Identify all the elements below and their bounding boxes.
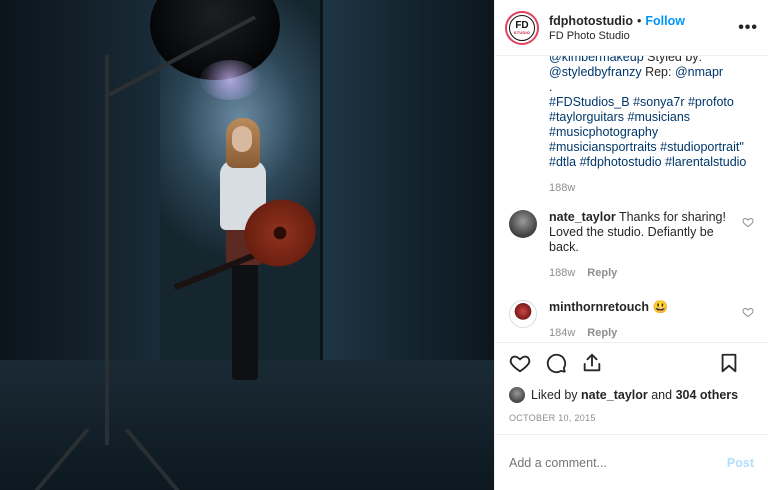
likes-others[interactable]: 304 others: [676, 388, 739, 402]
caption-mention[interactable]: @kimbermakeup: [549, 56, 644, 64]
caption-timestamp[interactable]: 188w: [549, 182, 575, 194]
reply-button[interactable]: Reply: [587, 327, 617, 339]
comment-item: nate_taylor Thanks for sharing! Loved th…: [509, 210, 754, 279]
photo-lamp-glow: [200, 60, 260, 100]
photo-light-stand: [104, 15, 257, 445]
reply-button[interactable]: Reply: [587, 267, 617, 279]
like-comment-heart-icon[interactable]: [742, 216, 754, 228]
likes-user[interactable]: nate_taylor: [581, 388, 648, 402]
comment-item: minthornretouch 😃 184w Reply: [509, 300, 754, 339]
caption-mention[interactable]: @nmapr: [675, 65, 723, 79]
add-comment-bar: Post: [495, 434, 768, 490]
comment-timestamp[interactable]: 188w: [549, 267, 575, 279]
caption-hashtags[interactable]: #musicphotography: [549, 125, 756, 140]
comments-area[interactable]: @kimbermakeup Styled by: @styledbyfranzy…: [495, 56, 768, 342]
comment-body: minthornretouch 😃: [549, 300, 754, 315]
caption-dot: .: [549, 80, 553, 94]
post-photo[interactable]: [0, 0, 494, 490]
liker-avatar[interactable]: [509, 387, 525, 403]
avatar-logo: FD STUDIO: [509, 14, 535, 41]
comment-timestamp[interactable]: 184w: [549, 327, 575, 339]
comment-text: 😃: [652, 300, 669, 314]
header-separator: •: [637, 13, 642, 28]
photo-person-legs: [232, 262, 258, 380]
save-bookmark-icon[interactable]: [718, 352, 740, 374]
follow-button[interactable]: Follow: [645, 14, 685, 28]
caption-hashtags[interactable]: #FDStudios_B #sonya7r #profoto: [549, 95, 756, 110]
share-icon[interactable]: [581, 352, 603, 374]
action-bar: [495, 342, 768, 382]
caption-text: @kimbermakeup Styled by: @styledbyfranzy…: [549, 56, 756, 170]
header-username[interactable]: fdphotostudio: [549, 14, 633, 28]
caption-text-fragment: Rep:: [641, 65, 675, 79]
comment-meta: 184w Reply: [549, 327, 754, 339]
post-date[interactable]: OCTOBER 10, 2015: [495, 408, 768, 428]
post-comment-button[interactable]: Post: [727, 456, 754, 470]
post-header: FD STUDIO fdphotostudio • Follow FD Phot…: [495, 0, 768, 56]
likes-and: and: [651, 388, 673, 402]
header-subtitle[interactable]: FD Photo Studio: [549, 30, 738, 42]
comment-avatar[interactable]: [509, 300, 537, 328]
header-text: fdphotostudio • Follow FD Photo Studio: [549, 14, 738, 42]
header-title-row: fdphotostudio • Follow: [549, 14, 738, 28]
add-comment-input[interactable]: [509, 455, 727, 470]
avatar-logo-text: FD: [515, 19, 529, 31]
post-side-panel: FD STUDIO fdphotostudio • Follow FD Phot…: [494, 0, 768, 490]
likes-summary: Liked by nate_taylor and 304 others: [495, 382, 768, 408]
like-heart-icon[interactable]: [509, 352, 531, 374]
comment-username[interactable]: nate_taylor: [549, 210, 616, 224]
comment-bubble-icon[interactable]: [545, 352, 567, 374]
comment-body: nate_taylor Thanks for sharing! Loved th…: [549, 210, 754, 255]
caption-hashtags[interactable]: #taylorguitars #musicians: [549, 110, 756, 125]
instagram-post: FD STUDIO fdphotostudio • Follow FD Phot…: [0, 0, 768, 490]
caption-hashtags[interactable]: #dtla #fdphotostudio #larentalstudio: [549, 155, 756, 170]
caption-hashtags[interactable]: #musiciansportraits #studioportrait": [549, 140, 756, 155]
like-comment-heart-icon[interactable]: [742, 306, 754, 318]
comment-username[interactable]: minthornretouch: [549, 300, 649, 314]
likes-prefix: Liked by: [531, 388, 578, 402]
profile-avatar[interactable]: FD STUDIO: [505, 10, 539, 45]
photo-person-face: [232, 126, 252, 152]
caption-mention[interactable]: @styledbyfranzy: [549, 65, 642, 79]
caption-text-fragment: Styled by:: [643, 56, 703, 64]
comment-avatar[interactable]: [509, 210, 537, 238]
more-options-icon[interactable]: •••: [738, 19, 758, 37]
comment-meta: 188w Reply: [549, 267, 754, 279]
avatar-logo-subtext: STUDIO: [513, 29, 531, 35]
